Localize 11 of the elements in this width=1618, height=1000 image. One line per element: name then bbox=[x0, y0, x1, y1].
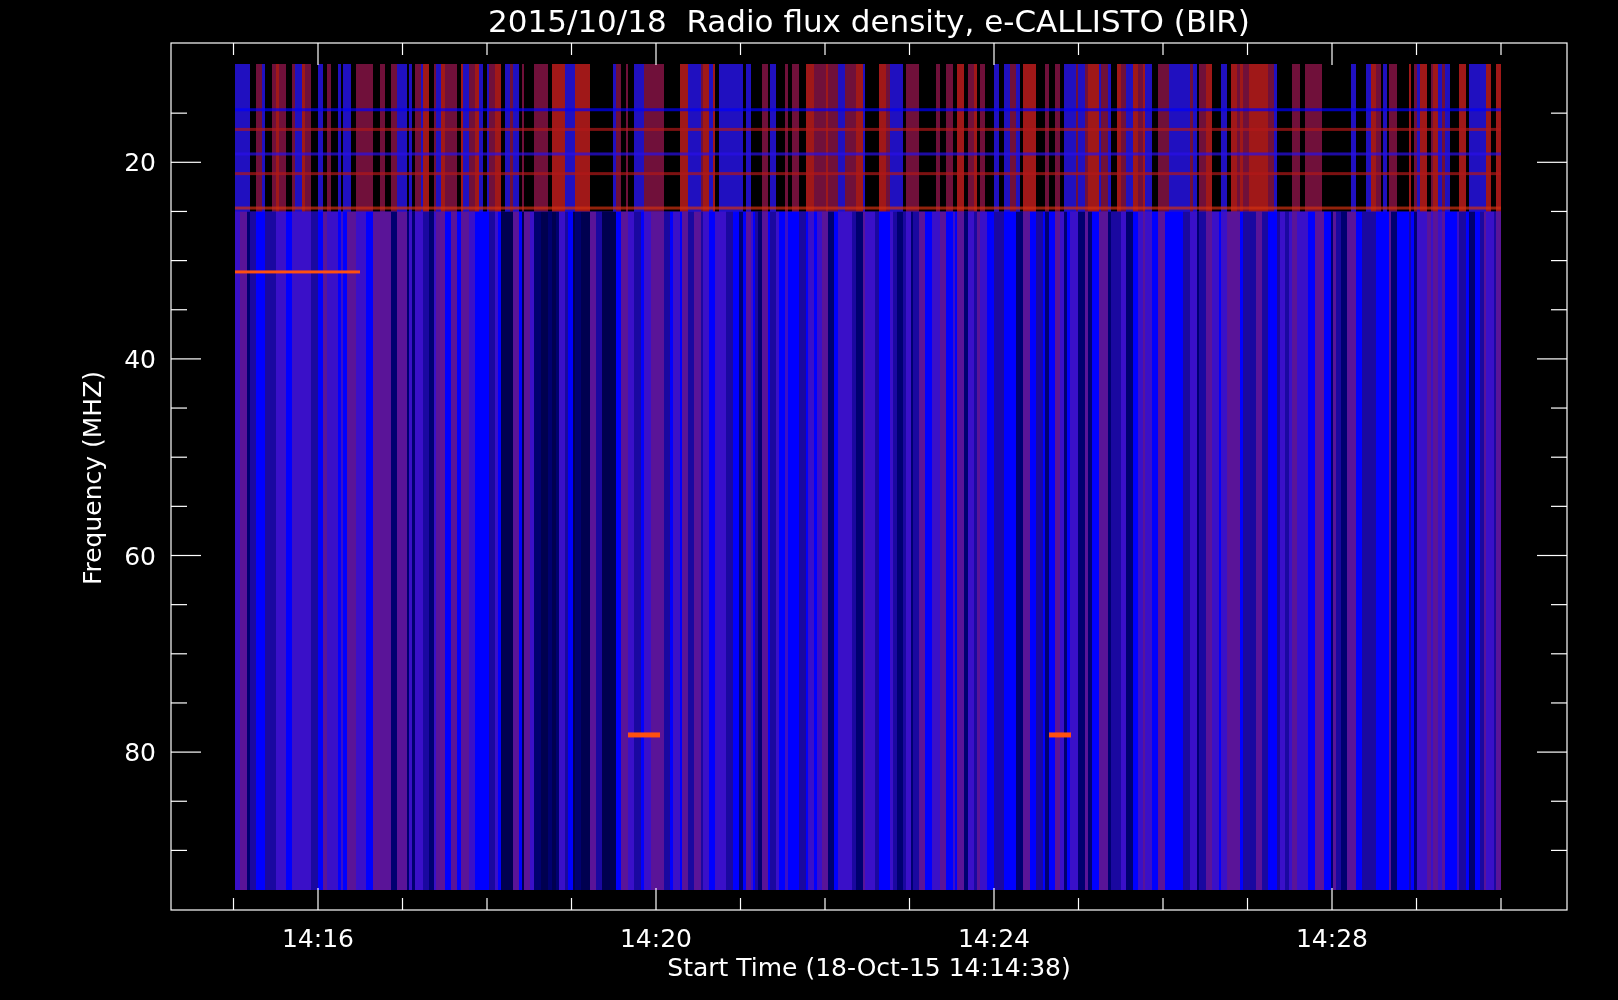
x-tick-label: 14:28 bbox=[1296, 924, 1368, 953]
y-tick-label: 60 bbox=[124, 541, 156, 571]
x-tick-label: 14:16 bbox=[282, 924, 354, 953]
y-tick-label: 40 bbox=[124, 344, 156, 374]
x-tick-label: 14:20 bbox=[620, 924, 692, 953]
x-tick-label: 14:24 bbox=[958, 924, 1030, 953]
chart-title: 2015/10/18 Radio flux density, e-CALLISTO (BIR) bbox=[488, 3, 1250, 39]
y-axis-label: Frequency (MHZ) bbox=[78, 370, 107, 586]
y-tick-label: 80 bbox=[124, 738, 156, 768]
y-tick-label: 20 bbox=[124, 148, 156, 178]
x-axis-label: Start Time (18-Oct-15 14:14:38) bbox=[667, 953, 1071, 982]
